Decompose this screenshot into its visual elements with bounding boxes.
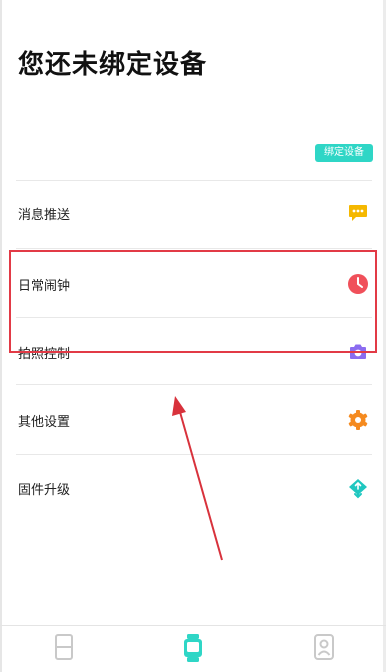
menu-item-daily-alarm[interactable]: 日常闹钟 (0, 252, 386, 316)
divider (16, 384, 372, 385)
menu-item-message-push[interactable]: 消息推送 (0, 181, 386, 245)
menu-item-label: 日常闹钟 (18, 279, 71, 294)
camera-icon (347, 341, 369, 363)
menu-item-firmware-upgrade[interactable]: 固件升级 (0, 456, 386, 520)
gear-icon (347, 409, 369, 431)
page-title: 您还未绑定设备 (18, 50, 208, 80)
watch-icon (181, 633, 207, 663)
profile-icon (312, 633, 338, 661)
tabbar-divider (0, 625, 386, 626)
bind-device-button[interactable]: 绑定设备 (315, 144, 373, 162)
tab-page[interactable] (52, 633, 78, 663)
clock-icon (347, 273, 369, 295)
menu-item-label: 固件升级 (18, 483, 71, 498)
menu-item-label: 其他设置 (18, 415, 71, 430)
tab-profile[interactable] (312, 633, 338, 663)
menu-item-other-settings[interactable]: 其他设置 (0, 388, 386, 452)
message-bubble-icon (347, 202, 369, 224)
divider (16, 248, 372, 249)
divider (16, 454, 372, 455)
page-icon (52, 633, 78, 661)
menu-item-label: 拍照控制 (18, 347, 71, 362)
menu-item-camera-control[interactable]: 拍照控制 (0, 320, 386, 384)
upload-cloud-icon (347, 477, 369, 499)
menu-item-label: 消息推送 (18, 208, 71, 223)
tab-watch[interactable] (181, 633, 207, 663)
divider (16, 317, 372, 318)
